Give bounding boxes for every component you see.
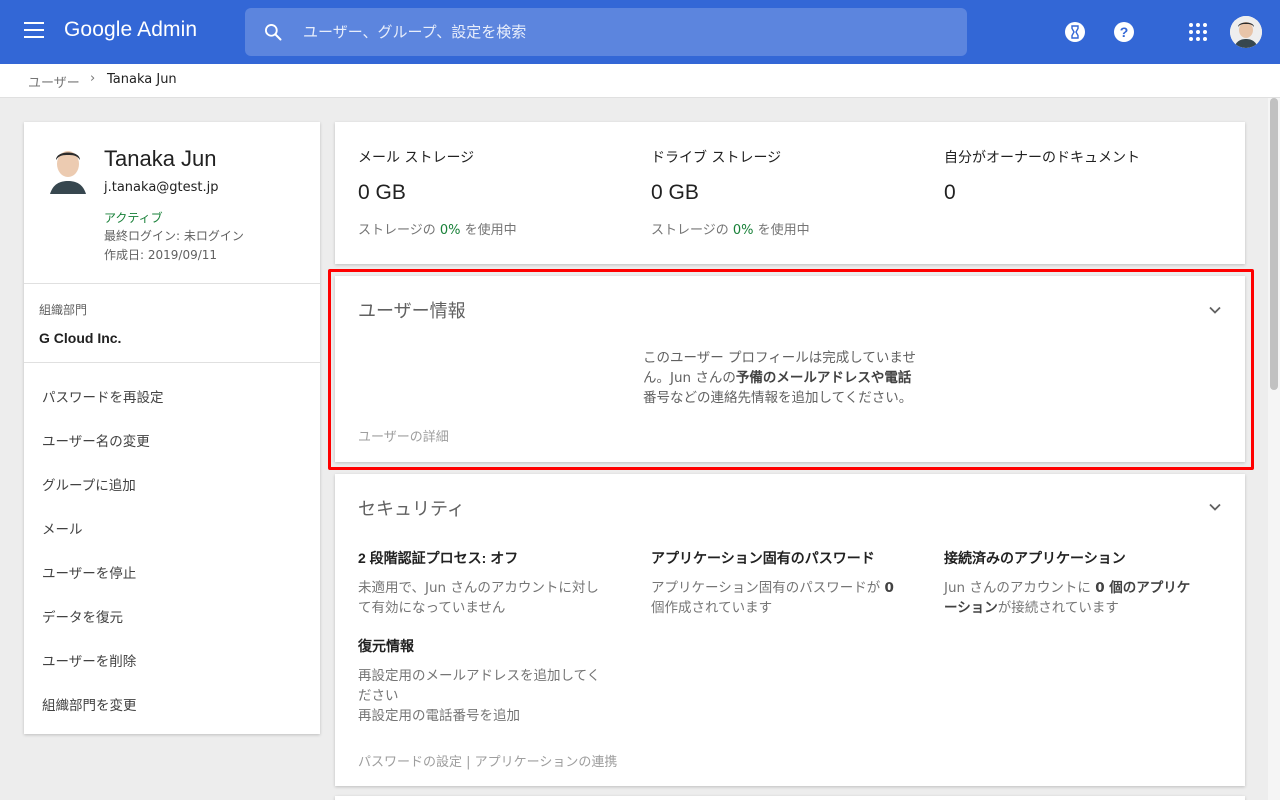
divider [24,283,320,284]
org-unit-value: G Cloud Inc. [39,330,122,346]
password-settings-link[interactable]: パスワードの設定 [358,755,462,770]
rename-user-action[interactable]: ユーザー名の変更 [42,430,150,450]
owned-docs-title: 自分がオーナーのドキュメント [944,150,1140,166]
app-integration-link[interactable]: アプリケーションの連携 [475,755,618,770]
app-passwords-heading: アプリケーション固有のパスワード [651,550,875,566]
two-step-section: 2 段階認証プロセス: オフ 未適用で、Jun さんのアカウントに対し て有効にな… [358,548,633,618]
status-badge: アクティブ [104,211,163,225]
storage-card: メール ストレージ 0 GB ストレージの 0% を使用中 ドライブ ストレージ… [335,122,1245,264]
two-step-description: 未適用で、Jun さんのアカウントに対し て有効になっていません [358,580,599,616]
security-title: セキュリティ [358,499,465,520]
chevron-down-icon[interactable] [1207,499,1223,515]
app-passwords-description: アプリケーション固有のパスワードが 0 個作成されています [651,580,894,616]
org-unit-label: 組織部門 [39,303,88,317]
mail-storage-title: メール ストレージ [358,150,475,166]
recovery-info-description: 再設定用のメールアドレスを追加してく ださい 再設定用の電話番号を追加 [358,668,601,724]
mail-storage-value: 0 GB [358,181,406,204]
mail-action[interactable]: メール [42,518,83,538]
suspend-user-action[interactable]: ユーザーを停止 [42,562,136,582]
apps-grid-icon[interactable] [1186,20,1210,44]
recovery-info-section: 復元情報 再設定用のメールアドレスを追加してく ださい 再設定用の電話番号を追加 [358,636,633,726]
mail-storage-section: メール ストレージ 0 GB ストレージの 0% を使用中 [358,147,517,238]
scrollbar-thumb[interactable] [1270,98,1278,390]
chevron-right-icon: › [90,71,96,86]
page-scrollbar[interactable] [1268,98,1280,800]
change-org-unit-action[interactable]: 組織部門を変更 [42,694,137,714]
delete-user-action[interactable]: ユーザーを削除 [42,650,136,670]
user-email: j.tanaka@gtest.jp [104,180,219,195]
connected-apps-section: 接続済みのアプリケーション Jun さんのアカウントに 0 個のアプリケ ーション… [944,548,1219,618]
add-to-group-action[interactable]: グループに追加 [42,474,136,494]
owned-docs-value: 0 [944,181,956,204]
breadcrumb: ユーザー › Tanaka Jun [0,64,1280,98]
app-passwords-section: アプリケーション固有のパスワード アプリケーション固有のパスワードが 0 個作成さ… [651,548,926,618]
drive-storage-section: ドライブ ストレージ 0 GB ストレージの 0% を使用中 [651,147,810,238]
drive-storage-value: 0 GB [651,181,699,204]
top-app-bar: Google Admin ? [0,0,1280,64]
breadcrumb-current: Tanaka Jun [107,72,177,87]
svg-text:?: ? [1120,24,1129,40]
help-icon[interactable]: ? [1112,20,1136,44]
connected-apps-heading: 接続済みのアプリケーション [944,550,1126,566]
hourglass-icon[interactable] [1063,20,1087,44]
breadcrumb-users-link[interactable]: ユーザー [28,72,80,91]
created-date-text: 作成日: 2019/09/11 [104,248,218,262]
highlight-box [328,269,1254,470]
divider [24,362,320,363]
search-input[interactable] [303,8,943,56]
two-step-heading: 2 段階認証プロセス: オフ [358,550,519,566]
account-avatar[interactable] [1230,16,1262,48]
user-photo [44,142,92,194]
brand-logo[interactable]: Google Admin [64,18,197,42]
user-profile-card: Tanaka Jun j.tanaka@gtest.jp アクティブ 最終ログイ… [24,122,320,734]
menu-icon[interactable] [24,22,46,42]
last-login-text: 最終ログイン: 未ログイン [104,229,244,243]
connected-apps-description: Jun さんのアカウントに 0 個のアプリケ ーションが接続されています [944,580,1191,616]
search-box[interactable] [245,8,967,56]
mail-storage-usage: ストレージの 0% を使用中 [358,223,517,238]
security-footer-links: パスワードの設定 | アプリケーションの連携 [358,755,618,770]
restore-data-action[interactable]: データを復元 [42,606,123,626]
user-name: Tanaka Jun [104,146,217,171]
owned-docs-section: 自分がオーナーのドキュメント 0 [944,147,1140,205]
drive-storage-title: ドライブ ストレージ [651,150,782,166]
security-card[interactable]: セキュリティ 2 段階認証プロセス: オフ 未適用で、Jun さんのアカウントに… [335,474,1245,786]
next-card [335,796,1245,800]
search-icon [265,24,282,41]
drive-storage-usage: ストレージの 0% を使用中 [651,223,810,238]
reset-password-action[interactable]: パスワードを再設定 [42,386,164,406]
recovery-info-heading: 復元情報 [358,638,414,654]
